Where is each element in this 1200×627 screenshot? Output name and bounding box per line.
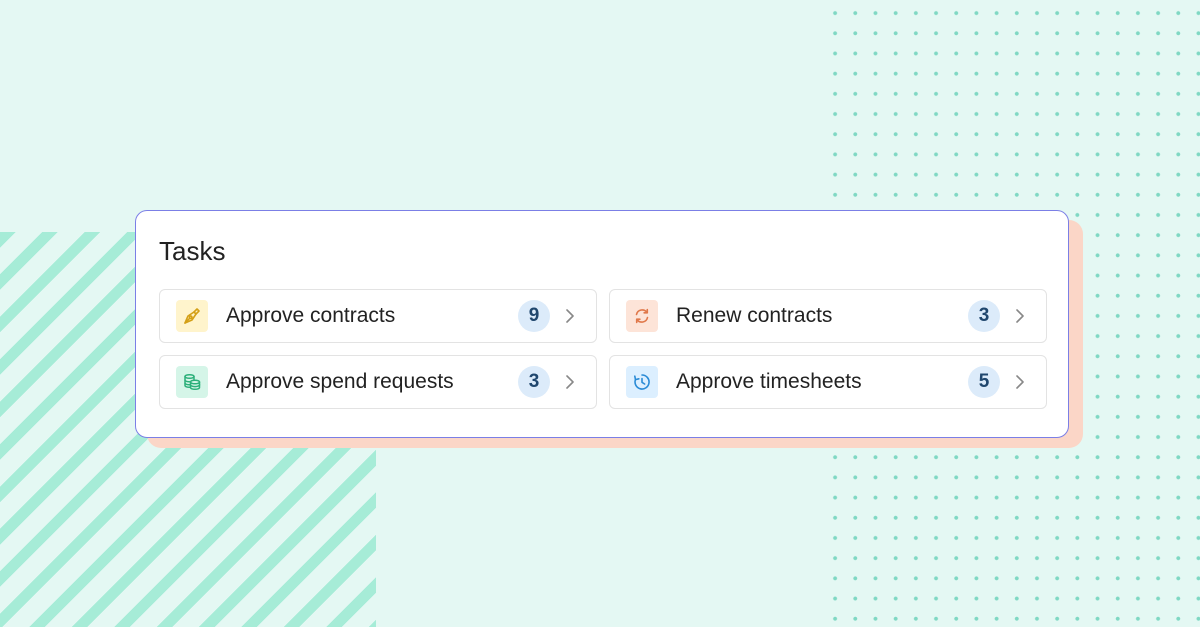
refresh-icon <box>626 300 658 332</box>
task-approve-timesheets[interactable]: Approve timesheets 5 <box>609 355 1047 409</box>
task-label: Approve spend requests <box>226 370 454 393</box>
task-count-badge: 3 <box>968 300 1000 332</box>
card-title: Tasks <box>159 236 226 266</box>
task-renew-contracts[interactable]: Renew contracts 3 <box>609 289 1047 343</box>
task-count-badge: 5 <box>968 366 1000 398</box>
task-label: Renew contracts <box>676 304 833 327</box>
tasks-card: Tasks Approve contracts 9 Renew contract… <box>135 210 1069 438</box>
pen-nib-icon <box>176 300 208 332</box>
task-count-badge: 3 <box>518 366 550 398</box>
chevron-right-icon <box>1011 373 1029 391</box>
chevron-right-icon <box>561 373 579 391</box>
clock-icon <box>626 366 658 398</box>
coins-stack-icon <box>176 366 208 398</box>
task-count-badge: 9 <box>518 300 550 332</box>
task-approve-spend-requests[interactable]: Approve spend requests 3 <box>159 355 597 409</box>
chevron-right-icon <box>1011 307 1029 325</box>
task-label: Approve timesheets <box>676 370 862 393</box>
chevron-right-icon <box>561 307 579 325</box>
task-approve-contracts[interactable]: Approve contracts 9 <box>159 289 597 343</box>
task-label: Approve contracts <box>226 304 396 327</box>
